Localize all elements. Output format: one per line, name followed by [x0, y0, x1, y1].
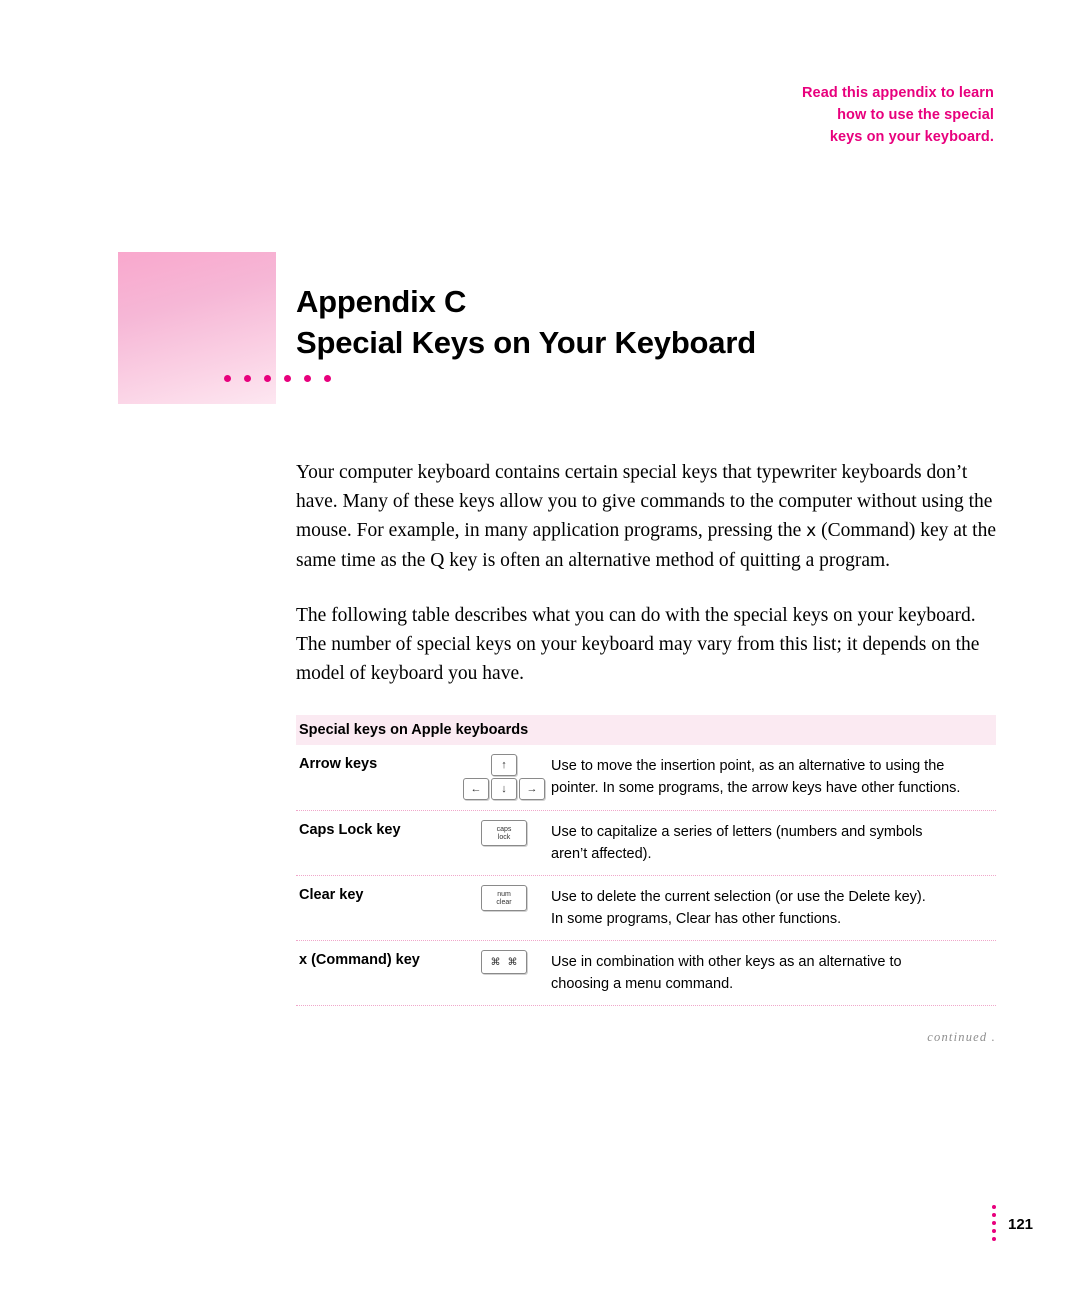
dot	[992, 1221, 996, 1225]
table-row: Arrow keys ↑ ← ↓ → Use to move the inser…	[296, 745, 996, 811]
table-row: Clear key num clear Use to delete the cu…	[296, 876, 996, 941]
clear-keycap: num clear	[481, 885, 527, 911]
key-description: Use to move the insertion point, as an a…	[551, 754, 996, 799]
key-illustration: ↑ ← ↓ →	[457, 754, 551, 800]
margin-note: Read this appendix to learn how to use t…	[574, 82, 994, 148]
arrow-keys-icon: ↑ ← ↓ →	[463, 754, 545, 800]
arrow-up-keycap: ↑	[491, 754, 517, 776]
margin-note-line-2: how to use the special	[837, 107, 994, 123]
key-illustration: ⌘ ⌘	[457, 950, 551, 974]
key-name: Clear key	[299, 887, 364, 903]
arrow-row-top: ↑	[491, 754, 517, 776]
key-name: Arrow keys	[299, 756, 378, 772]
key-description: Use to delete the current selection (or …	[551, 885, 996, 930]
paragraph-1: Your computer keyboard contains certain …	[296, 458, 996, 575]
continued-label: continued .	[927, 1030, 996, 1044]
dot	[264, 375, 271, 382]
key-description-line-1: Use in combination with other keys as an…	[551, 954, 902, 970]
decorative-dot-row	[224, 375, 331, 382]
page-title: Appendix C Special Keys on Your Keyboard	[296, 282, 996, 365]
table-header: Special keys on Apple keyboards	[296, 715, 996, 745]
arrow-down-keycap: ↓	[491, 778, 517, 800]
caps-lock-keycap-line-1: caps	[496, 825, 512, 833]
key-description-line-2: aren’t affected).	[551, 846, 652, 862]
body-copy: Your computer keyboard contains certain …	[296, 458, 996, 714]
key-name: Caps Lock key	[299, 822, 401, 838]
key-illustration: caps lock	[457, 820, 551, 846]
appendix-title: Special Keys on Your Keyboard	[296, 325, 756, 360]
footer-dot-decoration	[992, 1205, 996, 1241]
arrow-left-keycap: ←	[463, 778, 489, 800]
arrow-row-bottom: ← ↓ →	[463, 778, 545, 800]
table-row: x (Command) key ⌘ ⌘ Use in combination w…	[296, 941, 996, 1006]
command-glyph-inline: x	[806, 521, 817, 541]
arrow-right-keycap: →	[519, 778, 545, 800]
clear-keycap-line-1: num	[497, 890, 511, 898]
dot	[324, 375, 331, 382]
margin-note-line-3: keys on your keyboard.	[829, 129, 994, 145]
dot	[284, 375, 291, 382]
margin-note-line-1: Read this appendix to learn	[801, 85, 994, 101]
clear-keycap-line-2: clear	[496, 898, 512, 906]
dot	[304, 375, 311, 382]
table-row: Caps Lock key caps lock Use to capitaliz…	[296, 811, 996, 876]
caps-lock-keycap: caps lock	[481, 820, 527, 846]
paragraph-2: The following table describes what you c…	[296, 605, 980, 684]
key-description: Use in combination with other keys as an…	[551, 950, 996, 995]
key-description-line-1: Use to delete the current selection (or …	[551, 889, 926, 905]
key-description-line-2: choosing a menu command.	[551, 976, 734, 992]
dot	[992, 1229, 996, 1233]
key-illustration: num clear	[457, 885, 551, 911]
key-description-line-1: Use to capitalize a series of letters (n…	[551, 824, 923, 840]
caps-lock-keycap-line-2: lock	[497, 833, 511, 841]
apple-glyph-icon: ⌘	[490, 956, 501, 968]
key-description-line-2: In some programs, Clear has other functi…	[551, 911, 842, 927]
special-keys-table: Special keys on Apple keyboards Arrow ke…	[296, 715, 996, 1006]
dot	[224, 375, 231, 382]
key-description-line-2: pointer. In some programs, the arrow key…	[551, 780, 961, 796]
key-description-line-1: Use to move the insertion point, as an a…	[551, 758, 945, 774]
command-keycap: ⌘ ⌘	[481, 950, 527, 974]
dot	[992, 1237, 996, 1241]
key-description: Use to capitalize a series of letters (n…	[551, 820, 996, 865]
dot	[992, 1213, 996, 1217]
dot	[992, 1205, 996, 1209]
dot	[244, 375, 251, 382]
appendix-label: Appendix C	[296, 284, 467, 319]
key-name: x (Command) key	[299, 952, 420, 968]
command-glyph-icon: ⌘	[507, 956, 518, 968]
page-number: 121	[1008, 1216, 1034, 1233]
